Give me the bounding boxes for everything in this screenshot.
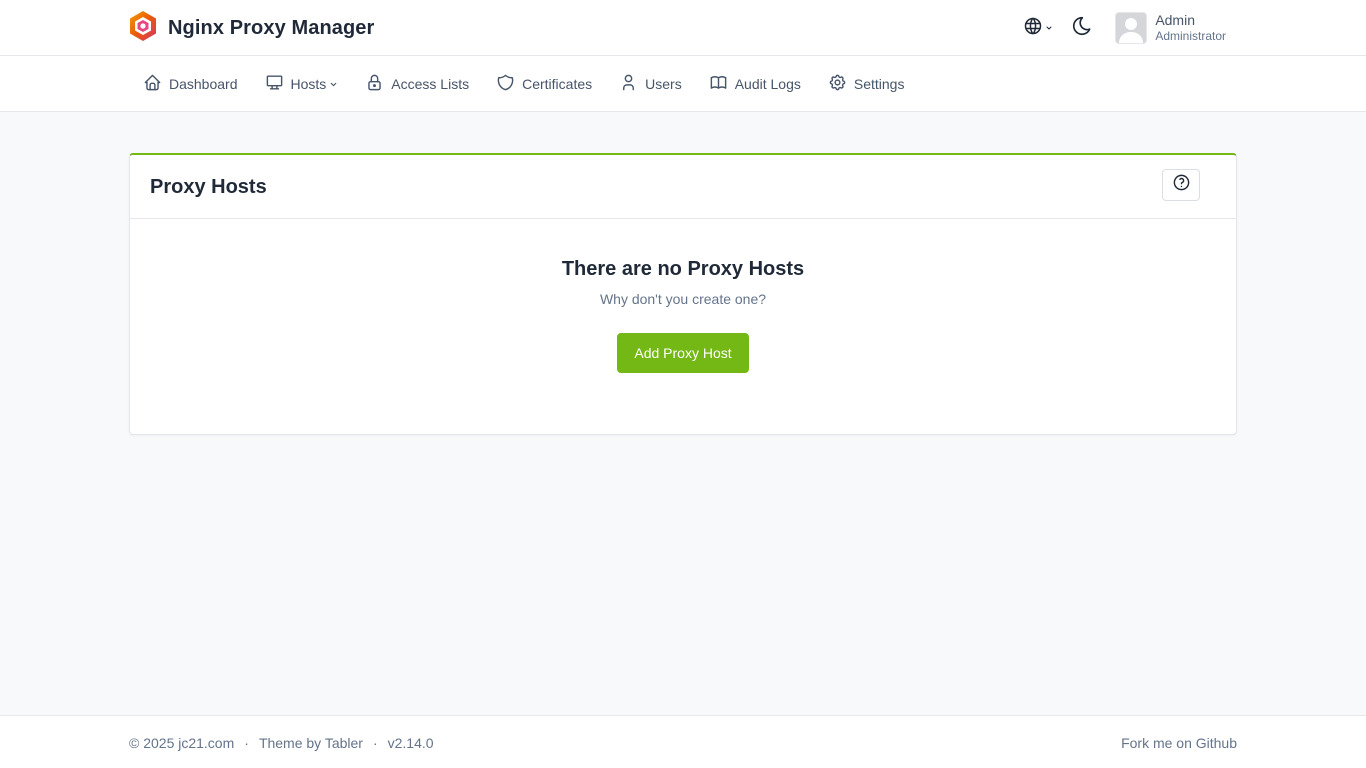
empty-state: There are no Proxy Hosts Why don't you c… [130, 219, 1236, 373]
nav-label: Dashboard [169, 76, 238, 92]
monitor-icon [265, 73, 284, 95]
footer: © 2025 jc21.com · Theme by Tabler · v2.1… [0, 715, 1366, 768]
footer-separator: · [244, 735, 249, 751]
copyright-link[interactable]: © 2025 jc21.com [129, 735, 234, 751]
header-actions: Admin Administrator [1023, 12, 1226, 44]
gear-icon [828, 73, 847, 95]
nav-label: Certificates [522, 76, 593, 92]
user-icon [619, 73, 638, 95]
home-icon [143, 73, 162, 95]
help-button[interactable] [1162, 169, 1200, 201]
card-header: Proxy Hosts [130, 155, 1236, 219]
nav-label: Users [645, 76, 682, 92]
empty-state-subtitle: Why don't you create one? [599, 291, 767, 307]
nav-label: Audit Logs [734, 76, 801, 92]
nav-label: Settings [853, 76, 905, 92]
proxy-hosts-card: Proxy Hosts There are no Proxy Hosts Why… [129, 153, 1237, 435]
user-name: Admin [1155, 12, 1195, 28]
help-circle-icon [1172, 173, 1191, 197]
card-title: Proxy Hosts [150, 176, 267, 198]
theme-credit-link[interactable]: Theme by Tabler [259, 735, 363, 751]
empty-state-title: There are no Proxy Hosts [561, 258, 805, 280]
book-icon [709, 73, 728, 95]
avatar [1115, 12, 1148, 44]
user-menu[interactable]: Admin Administrator [1115, 12, 1226, 44]
top-header: Nginx Proxy Manager Admin Administrator [0, 0, 1366, 56]
nav-label: Hosts [290, 76, 327, 92]
chevron-down-icon [1045, 19, 1053, 37]
nav-item-settings[interactable]: Settings [828, 73, 905, 95]
user-role: Administrator [1155, 29, 1226, 43]
nav-item-audit-logs[interactable]: Audit Logs [709, 73, 801, 95]
main-nav: Dashboard Hosts Access Lists Certificate… [0, 56, 1366, 112]
nav-item-certificates[interactable]: Certificates [496, 73, 592, 95]
footer-separator: · [372, 735, 378, 751]
github-link[interactable]: Fork me on Github [1121, 735, 1237, 751]
nav-label: Access Lists [391, 76, 470, 92]
npm-hexagon-logo-icon [128, 10, 158, 47]
lock-icon [365, 73, 384, 95]
moon-icon [1071, 15, 1093, 42]
shield-icon [496, 73, 515, 95]
nav-item-dashboard[interactable]: Dashboard [143, 73, 238, 95]
language-selector[interactable] [1023, 16, 1053, 41]
nav-item-access-lists[interactable]: Access Lists [365, 73, 469, 95]
version-link[interactable]: v2.14.0 [388, 735, 434, 751]
chevron-down-icon [329, 76, 338, 92]
add-proxy-host-button[interactable]: Add Proxy Host [617, 333, 749, 373]
globe-icon [1023, 16, 1043, 41]
app-title: Nginx Proxy Manager [168, 16, 375, 39]
brand[interactable]: Nginx Proxy Manager [128, 10, 375, 47]
nav-item-users[interactable]: Users [619, 73, 682, 95]
theme-toggle-button[interactable] [1071, 15, 1093, 42]
nav-item-hosts[interactable]: Hosts [265, 73, 339, 95]
